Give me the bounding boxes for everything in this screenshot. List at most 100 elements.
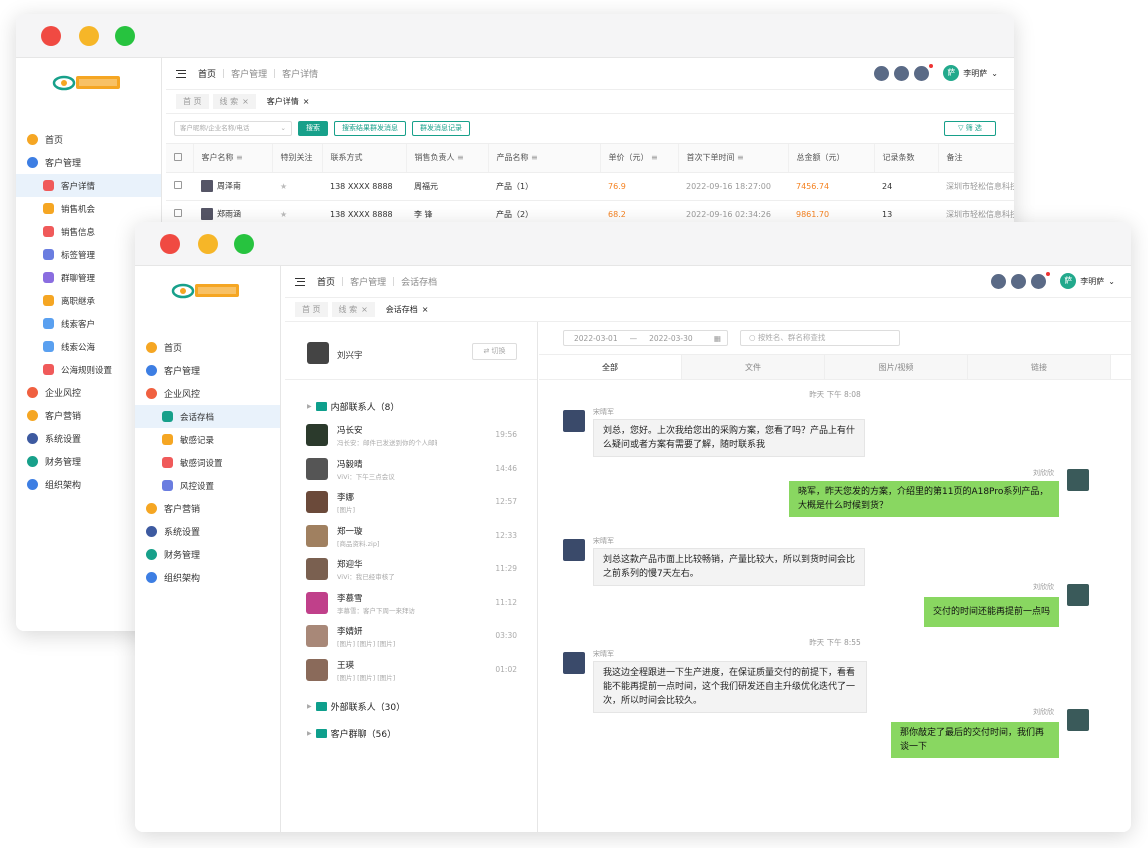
row-checkbox[interactable] bbox=[174, 209, 182, 217]
filter-icon[interactable]: ≡ bbox=[234, 153, 243, 162]
sidebar-item-label: 群聊管理 bbox=[61, 273, 96, 284]
user-name[interactable]: 李明萨 bbox=[1080, 276, 1104, 287]
sidebar-item[interactable]: 会话存档 bbox=[135, 405, 280, 428]
close-icon[interactable]: × bbox=[303, 97, 310, 106]
tag-item[interactable]: 首 页 bbox=[295, 302, 328, 317]
filter-icon[interactable]: ≡ bbox=[455, 153, 464, 162]
column-header[interactable]: 单价（元） ≡ bbox=[600, 144, 679, 173]
star-icon[interactable]: ★ bbox=[280, 182, 287, 191]
contact-item[interactable]: 李娜 [图片] 12:57 bbox=[285, 486, 537, 520]
contact-item[interactable]: 郑一璇 [商品资料.zip] 12:33 bbox=[285, 520, 537, 554]
group-internal-contacts[interactable]: ▶ 内部联系人（8） bbox=[285, 393, 537, 419]
nav-icon bbox=[43, 272, 54, 283]
contact-item[interactable]: 李婧妍 [图片] [图片] [图片] 03:30 bbox=[285, 620, 537, 654]
sender-name: 刘欣欣 bbox=[1033, 708, 1054, 716]
document-icon[interactable] bbox=[991, 273, 1007, 289]
table-row[interactable]: 周泽南 ★ 138 XXXX 8888 周福元 产品（1） 76.9 2022-09-16 … bbox=[166, 172, 1014, 201]
column-header[interactable]: 特别关注 bbox=[272, 144, 323, 173]
sidebar-item[interactable]: 敏感记录 bbox=[135, 428, 280, 451]
filter-icon[interactable]: ≡ bbox=[735, 153, 744, 162]
sidebar-item[interactable]: 客户营销 bbox=[135, 497, 280, 520]
tab-1[interactable]: 文件 bbox=[682, 355, 825, 379]
filter-icon[interactable]: ≡ bbox=[529, 153, 538, 162]
column-header[interactable]: 销售负责人 ≡ bbox=[406, 144, 489, 173]
close-icon[interactable]: × bbox=[242, 97, 249, 106]
tag-item[interactable]: 会话存档 × bbox=[378, 302, 436, 317]
select-all-checkbox[interactable] bbox=[166, 144, 194, 173]
breadcrumb-customer[interactable]: 客户管理 bbox=[231, 67, 267, 80]
close-window-button[interactable] bbox=[160, 234, 180, 254]
group-customer-chats[interactable]: ▶ 客户群聊（56） bbox=[285, 720, 537, 746]
customer-search-input[interactable]: 客户昵称/企业名称/电话 ⌄ bbox=[174, 121, 292, 136]
tag-item[interactable]: 客户详情 × bbox=[259, 94, 317, 109]
menu-icon[interactable] bbox=[176, 69, 186, 78]
headset-icon[interactable] bbox=[894, 65, 910, 81]
chevron-down-icon[interactable]: ⌄ bbox=[1108, 277, 1115, 286]
broadcast-records-button[interactable]: 群发消息记录 bbox=[412, 121, 470, 136]
filter-icon[interactable]: ≡ bbox=[649, 153, 658, 162]
contact-item[interactable]: 李慕雪 李慕雪：客户下周一来拜访 11:12 bbox=[285, 587, 537, 621]
sidebar-item[interactable]: 首页 bbox=[135, 336, 280, 359]
last-message: [图片] [图片] [图片] bbox=[337, 673, 396, 682]
row-checkbox[interactable] bbox=[174, 181, 182, 189]
close-icon[interactable]: × bbox=[361, 305, 368, 314]
sidebar-item[interactable]: 客户管理 bbox=[135, 359, 280, 382]
user-name[interactable]: 李明萨 bbox=[963, 68, 987, 79]
search-button[interactable]: 搜索 bbox=[298, 121, 328, 136]
sidebar-item[interactable]: 销售机会 bbox=[16, 197, 161, 220]
minimize-window-button[interactable] bbox=[79, 26, 99, 46]
column-header[interactable]: 记录条数 bbox=[874, 144, 939, 173]
sidebar-item[interactable]: 敏感词设置 bbox=[135, 451, 280, 474]
breadcrumb-home[interactable]: 首页 bbox=[198, 67, 216, 80]
column-header[interactable]: 备注 bbox=[938, 144, 1014, 173]
avatar[interactable]: 萨 bbox=[943, 65, 960, 81]
sidebar-item[interactable]: 风控设置 bbox=[135, 474, 280, 497]
bell-icon[interactable] bbox=[1031, 271, 1051, 289]
filter-button[interactable]: ▽ 筛 选 bbox=[944, 121, 996, 136]
breadcrumb-home[interactable]: 首页 bbox=[317, 275, 335, 288]
headset-icon[interactable] bbox=[1011, 273, 1027, 289]
maximize-window-button[interactable] bbox=[115, 26, 135, 46]
column-header[interactable]: 客户名称 ≡ bbox=[193, 144, 273, 173]
star-icon[interactable]: ★ bbox=[280, 210, 287, 219]
document-icon[interactable] bbox=[874, 65, 890, 81]
contact-name: 郑一璇 bbox=[337, 526, 363, 537]
tag-item[interactable]: 首 页 bbox=[176, 94, 209, 109]
chat-search-input[interactable]: ○ 按姓名、群名称查找 bbox=[740, 330, 900, 346]
date-range-picker[interactable]: 2022-03-01—2022-03-30 ▦ bbox=[563, 330, 728, 346]
maximize-window-button[interactable] bbox=[234, 234, 254, 254]
close-window-button[interactable] bbox=[41, 26, 61, 46]
avatar[interactable]: 萨 bbox=[1060, 273, 1077, 289]
column-header[interactable]: 首次下单时间 ≡ bbox=[678, 144, 789, 173]
tag-item[interactable]: 线 索 × bbox=[212, 94, 256, 109]
broadcast-results-button[interactable]: 搜索结果群发消息 bbox=[334, 121, 406, 136]
column-header[interactable]: 联系方式 bbox=[322, 144, 407, 173]
minimize-window-button[interactable] bbox=[198, 234, 218, 254]
contact-item[interactable]: 王瑛 [图片] [图片] [图片] 01:02 bbox=[285, 654, 537, 688]
close-icon[interactable]: × bbox=[422, 305, 429, 314]
contact-name: 李慕雪 bbox=[337, 593, 363, 604]
switch-user-button[interactable]: ⇄ 切换 bbox=[472, 343, 517, 360]
contact-item[interactable]: 冯长安 冯长安：邮件已发送到你的个人邮箱 19:56 bbox=[285, 419, 537, 453]
sidebar-item[interactable]: 系统设置 bbox=[135, 520, 280, 543]
contact-item[interactable]: 郑迎华 ViVi：我已经审核了 11:29 bbox=[285, 553, 537, 587]
tab-2[interactable]: 图片/视频 bbox=[825, 355, 968, 379]
breadcrumb-customer[interactable]: 客户管理 bbox=[350, 275, 386, 288]
contact-item[interactable]: 冯毅晴 ViVi：下午三点会议 14:46 bbox=[285, 453, 537, 487]
sidebar-item[interactable]: 客户详情 bbox=[16, 174, 161, 197]
tag-item[interactable]: 线 索 × bbox=[331, 302, 375, 317]
tab-3[interactable]: 链接 bbox=[968, 355, 1111, 379]
group-external-contacts[interactable]: ▶ 外部联系人（30） bbox=[285, 693, 537, 719]
sidebar-item-label: 组织架构 bbox=[164, 574, 201, 584]
menu-icon[interactable] bbox=[295, 277, 305, 286]
column-header[interactable]: 总金额（元） bbox=[788, 144, 875, 173]
sidebar-item[interactable]: 企业风控 bbox=[135, 382, 280, 405]
column-header[interactable]: 产品名称 ≡ bbox=[488, 144, 601, 173]
sidebar-item[interactable]: 客户管理 bbox=[16, 151, 161, 174]
tab-0[interactable]: 全部 bbox=[539, 355, 682, 379]
chevron-down-icon[interactable]: ⌄ bbox=[991, 69, 998, 78]
bell-icon[interactable] bbox=[914, 63, 934, 81]
sidebar-item[interactable]: 组织架构 bbox=[135, 566, 280, 589]
sidebar-item[interactable]: 财务管理 bbox=[135, 543, 280, 566]
sidebar-item[interactable]: 首页 bbox=[16, 128, 161, 151]
